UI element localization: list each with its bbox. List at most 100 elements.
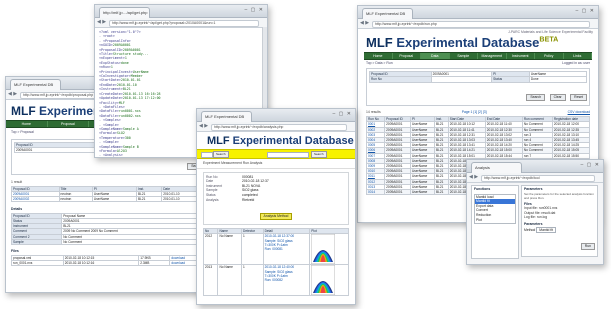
xml-value: run0001.nxs <box>118 109 141 114</box>
back-forward-icon[interactable]: ◀ ▶ <box>199 123 208 129</box>
keyword-input[interactable] <box>267 152 309 158</box>
xml-value: 2010-01-13 16:16:28 <box>122 91 161 96</box>
method-select[interactable]: Mantid fit <box>536 226 557 234</box>
url-field[interactable]: http://www.mlf.jp-eprint/~/expdb/run.php <box>372 21 590 28</box>
nav-item-home[interactable]: Home <box>364 52 393 59</box>
browser-tab[interactable]: Analysis <box>471 162 522 173</box>
run-info-panel: Run No 000081 Date 2010-02-18 12:37 Instrume… <box>203 171 349 226</box>
search-input[interactable] <box>201 152 213 158</box>
info-value: BL21 NOVA <box>242 183 261 188</box>
nav-item-home[interactable]: Home <box>6 121 48 127</box>
form-field[interactable] <box>430 76 493 83</box>
main-nav: Home Proposal Data Sample Management Ins… <box>364 51 592 60</box>
table-row[interactable]: 2012 No Name 1 2010-02-18 12:37:00 Sample: S… <box>202 233 349 266</box>
info-value: Rietveld <box>242 197 255 202</box>
info-value: SiO2 glass <box>242 188 259 193</box>
run-button[interactable]: Run <box>580 243 595 251</box>
xml-tag: - <Samples> <box>99 118 121 123</box>
window-controls-icon[interactable]: – ▢ ✕ <box>333 111 352 117</box>
xml-tag: - <root> <box>99 34 115 39</box>
nav-item-policy[interactable]: Policy <box>535 52 564 59</box>
url-field[interactable]: http://www.mlf.jp-eprint/~/expdb/tool <box>481 175 595 182</box>
table-cell: UserName <box>410 189 435 196</box>
window-controls-icon[interactable]: – ▢ ✕ <box>245 7 264 13</box>
back-forward-icon[interactable]: ◀ ▶ <box>469 174 478 180</box>
table-row[interactable]: 2013 No Name 1 2010-02-18 12:40:00 Sample: S… <box>202 264 349 297</box>
section-tabs[interactable]: Experiment Measurement Run Analysis <box>197 159 355 169</box>
clear-button[interactable]: Clear <box>549 93 566 101</box>
details-table: Proposal ID Proposal Name Status 2009A0001… <box>10 212 209 246</box>
search-field[interactable]: 2009A0001 <box>14 146 101 154</box>
info-value: 000081 <box>242 174 254 179</box>
xml-tag: <Facility> <box>99 100 119 105</box>
window-controls-icon[interactable]: – ▢ ✕ <box>581 162 600 168</box>
nav-item-proposal[interactable]: Proposal <box>48 121 90 127</box>
window-controls-icon[interactable]: – ▢ ✕ <box>576 8 595 14</box>
back-forward-icon[interactable]: ◀ ▶ <box>360 20 369 26</box>
detail-line[interactable]: Run: 000082 <box>265 278 309 282</box>
xml-value: 1 <box>124 56 127 61</box>
browser-tab[interactable]: http://mlf.jp…/api/get.php <box>99 7 150 18</box>
nav-item-links[interactable]: Links <box>564 52 592 59</box>
search-form: Proposal ID 2009A0001 PI UserName Run No Sta… <box>366 68 590 106</box>
method-label: Method <box>524 227 536 232</box>
xml-value: Structure study... <box>112 52 149 57</box>
run-link[interactable]: 0014 <box>365 189 386 196</box>
reset-button[interactable]: Reset <box>570 93 587 101</box>
result-table: Proposal ID Title PI Inst. Date 2009A0001 neu… <box>11 185 209 203</box>
nav-item-sample[interactable]: Sample <box>450 52 478 59</box>
xml-value: Member <box>130 74 143 79</box>
form-field[interactable]: Done <box>528 76 588 83</box>
functions-heading: Functions <box>474 187 491 191</box>
pagination[interactable]: Page 1 [1] [2] [3] <box>462 110 487 115</box>
table-cell: 2012 <box>202 233 219 266</box>
spectrum-plot-icon[interactable] <box>311 265 336 295</box>
table-cell: 2.3MB <box>138 259 171 267</box>
back-forward-icon[interactable]: ◀ ▶ <box>97 19 106 25</box>
logo-title: Experimental Database <box>232 135 354 147</box>
xml-value: Sample B <box>122 144 139 149</box>
detail-value: No Comment <box>61 238 209 246</box>
detail-line[interactable]: Run: 000081 <box>265 247 309 251</box>
analysis-method-button[interactable]: Analysis Method <box>259 213 293 221</box>
search-button-right[interactable]: Search <box>311 151 327 158</box>
center-browser-window: MLF Experimental DB – ▢ ✕ ◀ ▶ http://www… <box>196 108 356 305</box>
browser-tab[interactable]: MLF Experimental DB <box>362 8 413 19</box>
table-row[interactable]: 2009A0002 neutron UserName BL21 2010-01-10 <box>11 195 209 203</box>
window-titlebar: http://mlf.jp…/api/get.php – ▢ ✕ <box>95 5 267 18</box>
files-heading: Files <box>11 249 19 254</box>
function-panel: Functions Mantid load Mantid fit Export da… <box>471 185 519 259</box>
site-logo[interactable]: MLF Experimental DatabaseBETA <box>358 35 598 52</box>
browser-tab[interactable]: MLF Experimental DB <box>10 79 61 90</box>
xml-tag: <?xml version="1.0"?> <box>99 30 141 34</box>
table-cell: 1 <box>241 264 264 297</box>
window-titlebar: MLF Experimental DB – ▢ ✕ <box>197 109 355 122</box>
xml-value: 2010-01-10 <box>116 82 137 87</box>
nav-item-data[interactable]: Data <box>421 52 450 59</box>
nav-item-proposal[interactable]: Proposal <box>393 52 421 59</box>
xml-value: run0002.nxs <box>118 113 141 118</box>
function-list-item[interactable]: Plot <box>475 218 515 223</box>
xml-tag: <ExpStatus> <box>99 60 121 65</box>
nav-item-instrument[interactable]: Instrument <box>507 52 535 59</box>
table-cell: UserName <box>91 195 137 203</box>
xml-tag: <StartDate> <box>99 78 121 83</box>
table-cell: BL21 <box>433 189 449 196</box>
browser-tab[interactable]: MLF Experimental DB <box>201 111 252 122</box>
table-cell: No Name <box>217 233 243 266</box>
function-list[interactable]: Mantid load Mantid fit Export data Convert R… <box>474 193 516 224</box>
xml-tag: <Formula> <box>99 131 117 136</box>
back-forward-icon[interactable]: ◀ ▶ <box>8 91 17 97</box>
url-field[interactable]: http://www.mlf.jp-eprint/~/api/get.php?p… <box>109 20 259 27</box>
form-label: Status <box>491 76 530 83</box>
nav-item-management[interactable]: Management <box>478 52 507 59</box>
site-logo[interactable]: MLF Experimental Database <box>197 132 355 149</box>
csv-download-link[interactable]: CSV download <box>568 110 590 115</box>
xml-value: 2010-01-13 17:12:00 <box>122 96 161 101</box>
table-cell: 1 <box>241 233 264 266</box>
search-button[interactable]: Search <box>526 93 546 101</box>
url-field[interactable]: http://www.mlf.jp-eprint/~/expdb/analysi… <box>211 124 347 131</box>
search-button[interactable]: Search <box>213 151 229 158</box>
table-cell[interactable]: 2009A0002 <box>11 195 60 203</box>
spectrum-plot-icon[interactable] <box>311 234 336 264</box>
